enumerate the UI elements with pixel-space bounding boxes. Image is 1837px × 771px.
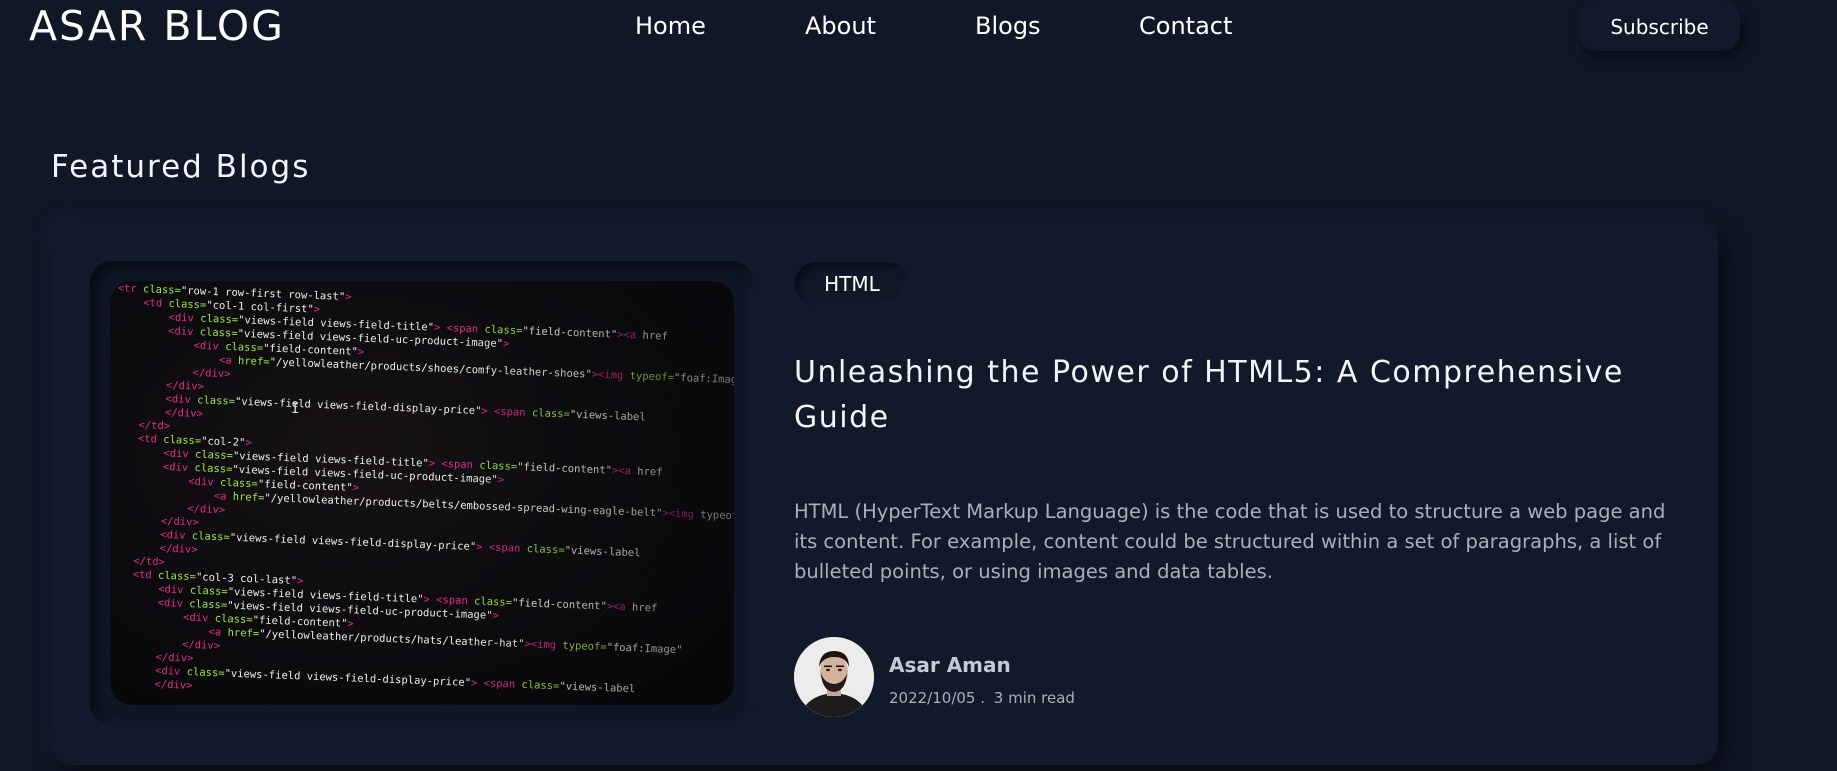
post-date: 2022/10/05 . [889,689,985,707]
post-excerpt: HTML (HyperText Markup Language) is the … [794,500,1666,583]
nav-home-link[interactable]: Home [635,12,706,40]
subscribe-button[interactable]: Subscribe [1579,1,1740,51]
category-tag[interactable]: HTML [795,262,909,306]
post-meta: 2022/10/05 . 3 min read [889,689,1079,707]
post-cover-image[interactable]: <tr class="row-1 row-first row-last"><td… [110,281,734,705]
read-time: 3 min read [993,689,1075,707]
avatar-icon [794,637,874,717]
nav-contact-link[interactable]: Contact [1139,12,1232,40]
site-header: ASAR BLOG Home About Blogs Contact Subsc… [0,0,1837,56]
code-screenshot-graphic: <tr class="row-1 row-first row-last"><td… [110,281,734,705]
featured-heading: Featured Blogs [51,149,311,185]
post-image-frame: <tr class="row-1 row-first row-last"><td… [90,261,754,725]
featured-post-card[interactable]: <tr class="row-1 row-first row-last"><td… [50,220,1718,765]
site-logo[interactable]: ASAR BLOG [29,2,285,50]
author-avatar [794,637,874,717]
nav-about-link[interactable]: About [805,12,876,40]
author-name[interactable]: Asar Aman [889,653,1011,677]
nav-blogs-link[interactable]: Blogs [975,12,1041,40]
post-title[interactable]: Unleashing the Power of HTML5: A Compreh… [794,350,1674,440]
